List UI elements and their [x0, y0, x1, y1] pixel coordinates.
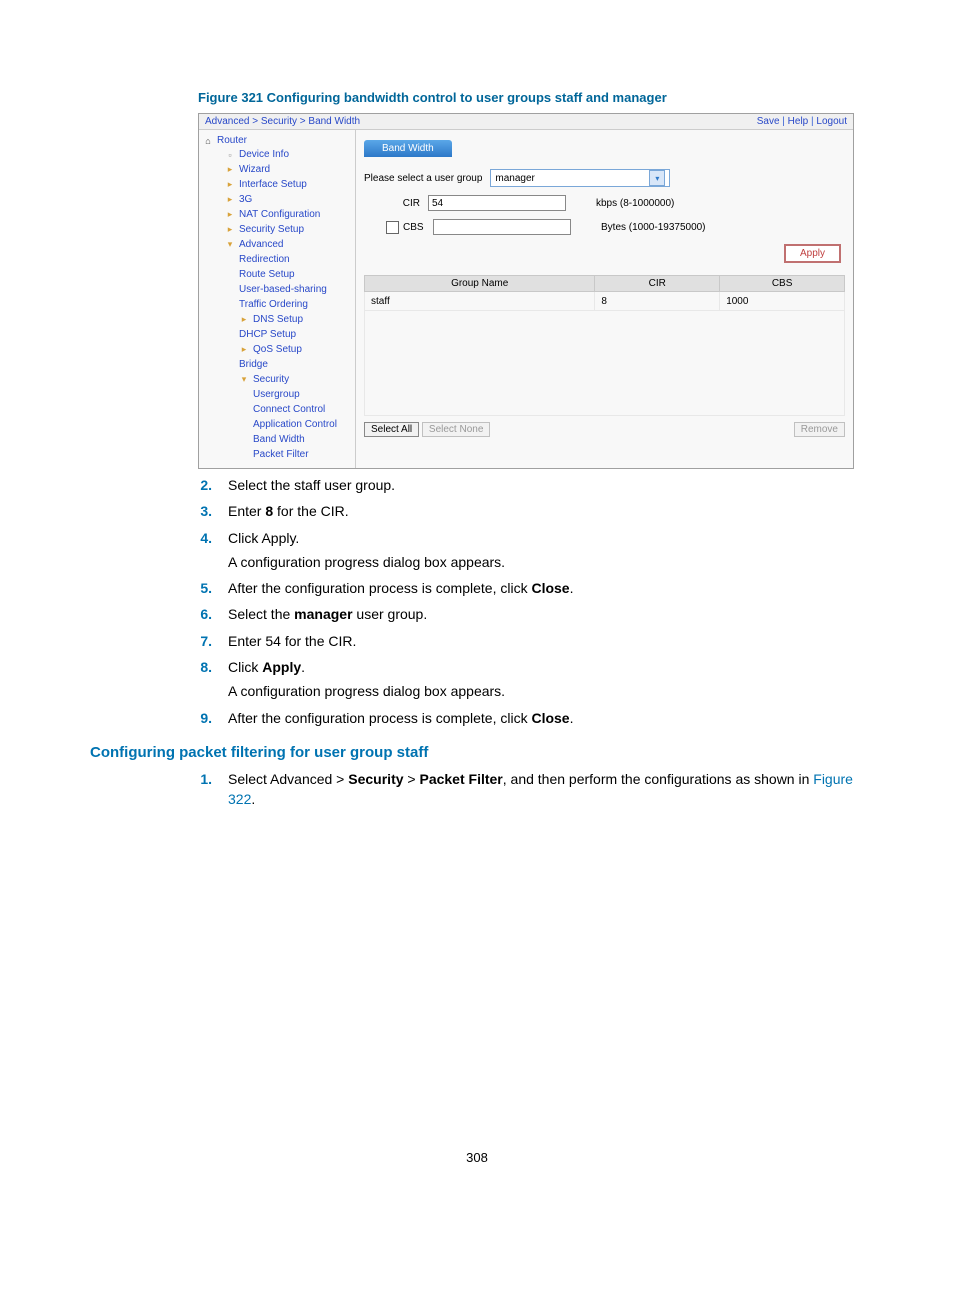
select-label: Please select a user group [364, 173, 482, 184]
step-body: Enter 8 for the CIR. [228, 501, 864, 521]
nav-device-info[interactable]: ▫Device Info [203, 147, 355, 162]
folder-icon: ▸ [225, 180, 235, 190]
nav-qos-setup[interactable]: ▸QoS Setup [203, 342, 355, 357]
nav-dns-setup[interactable]: ▸DNS Setup [203, 312, 355, 327]
router-screenshot: Advanced > Security > Band Width Save | … [198, 113, 854, 469]
save-link[interactable]: Save [757, 116, 780, 127]
figure-title: Figure 321 Configuring bandwidth control… [198, 90, 864, 105]
cir-input[interactable] [428, 195, 566, 211]
step-followup: A configuration progress dialog box appe… [228, 681, 864, 701]
step-num: 6. [162, 604, 212, 624]
usergroup-select[interactable]: manager ▾ [490, 169, 670, 187]
step-num: 3. [162, 501, 212, 521]
step-body: After the configuration process is compl… [228, 578, 864, 598]
step-num: 7. [162, 631, 212, 651]
table-row[interactable]: staff 8 1000 [365, 292, 845, 311]
nav-redirection[interactable]: Redirection [203, 252, 355, 267]
nav-bridge[interactable]: Bridge [203, 357, 355, 372]
breadcrumb-bar: Advanced > Security > Band Width Save | … [199, 114, 853, 129]
select-all-button[interactable]: Select All [364, 422, 419, 437]
th-cbs[interactable]: CBS [720, 276, 845, 292]
nav-nat-configuration[interactable]: ▸NAT Configuration [203, 207, 355, 222]
router-icon: ⌂ [203, 136, 213, 146]
chevron-down-icon: ▾ [649, 170, 665, 186]
step-body: Click Apply. [228, 657, 864, 677]
remove-button[interactable]: Remove [794, 422, 845, 437]
nav-band-width[interactable]: Band Width [203, 432, 355, 447]
step-body: Select the staff user group. [228, 475, 864, 495]
folder-icon: ▸ [225, 210, 235, 220]
step-num: 5. [162, 578, 212, 598]
step-num: 4. [162, 528, 212, 548]
step-num: 9. [162, 708, 212, 728]
nav-interface-setup[interactable]: ▸Interface Setup [203, 177, 355, 192]
folder-open-icon: ▾ [225, 240, 235, 250]
nav-root[interactable]: ⌂ Router [203, 134, 355, 147]
section-heading: Configuring packet filtering for user gr… [90, 744, 864, 761]
nav-user-based-sharing[interactable]: User-based-sharing [203, 282, 355, 297]
table-empty-area [365, 311, 845, 416]
groups-table: Group Name CIR CBS staff 8 1000 [364, 275, 845, 416]
folder-icon: ▸ [225, 195, 235, 205]
cir-hint: kbps (8-1000000) [596, 198, 674, 209]
apply-button[interactable]: Apply [784, 244, 841, 263]
folder-icon: ▸ [239, 345, 249, 355]
tab-strip: Band Width [364, 138, 845, 157]
nav-tree: ⌂ Router ▫Device Info ▸Wizard ▸Interface… [199, 129, 355, 468]
step-body: After the configuration process is compl… [228, 708, 864, 728]
step-body: Enter 54 for the CIR. [228, 631, 864, 651]
step-num: 8. [162, 657, 212, 677]
cbs-input[interactable] [433, 219, 571, 235]
nav-application-control[interactable]: Application Control [203, 417, 355, 432]
nav-connect-control[interactable]: Connect Control [203, 402, 355, 417]
file-icon: ▫ [225, 150, 235, 160]
nav-dhcp-setup[interactable]: DHCP Setup [203, 327, 355, 342]
tab-band-width[interactable]: Band Width [364, 140, 452, 157]
nav-advanced[interactable]: ▾Advanced [203, 237, 355, 252]
nav-security[interactable]: ▾Security [203, 372, 355, 387]
step-body: Click Apply. [228, 528, 864, 548]
folder-icon: ▸ [239, 315, 249, 325]
breadcrumb: Advanced > Security > Band Width [205, 116, 360, 127]
nav-security-setup[interactable]: ▸Security Setup [203, 222, 355, 237]
cir-label: CIR [386, 198, 420, 209]
nav-packet-filter[interactable]: Packet Filter [203, 447, 355, 462]
logout-link[interactable]: Logout [816, 116, 847, 127]
step-followup: A configuration progress dialog box appe… [228, 552, 864, 572]
folder-icon: ▸ [225, 225, 235, 235]
nav-usergroup[interactable]: Usergroup [203, 387, 355, 402]
th-group-name[interactable]: Group Name [365, 276, 595, 292]
nav-3g[interactable]: ▸3G [203, 192, 355, 207]
nav-route-setup[interactable]: Route Setup [203, 267, 355, 282]
nav-wizard[interactable]: ▸Wizard [203, 162, 355, 177]
cbs-checkbox[interactable] [386, 221, 399, 234]
nav-traffic-ordering[interactable]: Traffic Ordering [203, 297, 355, 312]
select-none-button[interactable]: Select None [422, 422, 490, 437]
step-body: Select Advanced > Security > Packet Filt… [228, 769, 864, 810]
page-number: 308 [90, 1150, 864, 1165]
th-cir[interactable]: CIR [595, 276, 720, 292]
help-link[interactable]: Help [788, 116, 809, 127]
step-num: 2. [162, 475, 212, 495]
step-num: 1. [162, 769, 212, 789]
cbs-hint: Bytes (1000-19375000) [601, 222, 706, 233]
main-pane: Band Width Please select a user group ma… [355, 129, 853, 468]
folder-icon: ▸ [225, 165, 235, 175]
cbs-label: CBS [403, 222, 425, 233]
step-body: Select the manager user group. [228, 604, 864, 624]
folder-open-icon: ▾ [239, 375, 249, 385]
